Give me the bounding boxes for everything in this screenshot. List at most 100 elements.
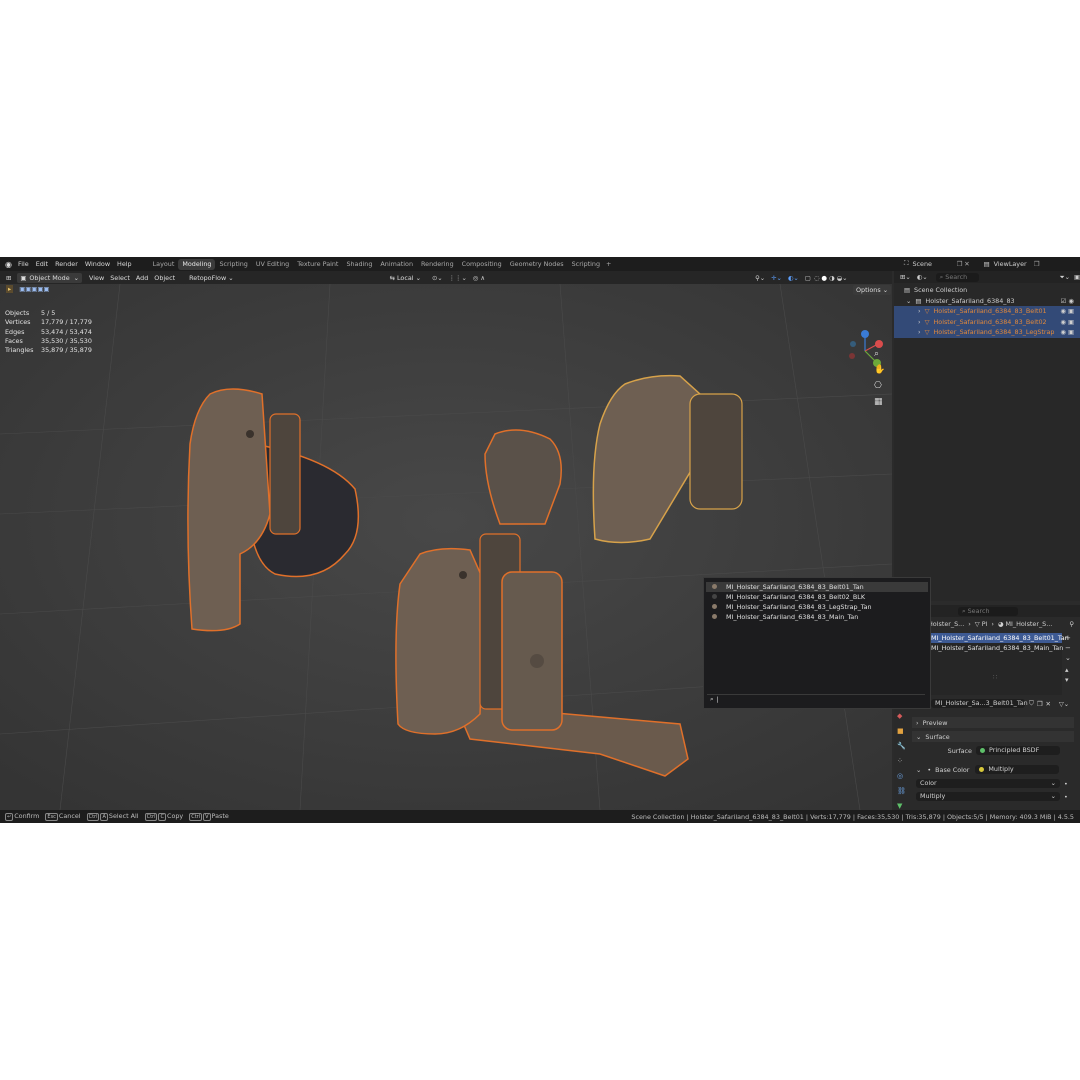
material-slot-item[interactable]: MI_Holster_Safariland_6384_83_Belt01_Tan <box>928 633 1069 643</box>
tab-rendering[interactable]: Rendering <box>417 259 458 270</box>
copy-scene-icon[interactable]: ❐ ✕ <box>956 260 969 268</box>
menu-object[interactable]: Object <box>151 273 178 283</box>
collection-row[interactable]: ⌄ ▤ Holster_Safariland_6384_83 ☑ ◉ <box>894 296 1080 307</box>
options-dropdown[interactable]: Options ⌄ <box>853 285 892 295</box>
menu-file[interactable]: File <box>18 260 29 268</box>
tab-scripting-2[interactable]: Scripting <box>568 259 604 270</box>
menu-select[interactable]: Select <box>107 273 133 283</box>
selection-mode-icons[interactable]: ▣▣▣▣▣ <box>19 285 49 293</box>
tab-scripting[interactable]: Scripting <box>215 259 251 270</box>
material-option[interactable]: MI_Holster_Safariland_6384_83_Belt01_Tan <box>706 582 928 592</box>
display-mode-icon[interactable]: ◐⌄ <box>917 273 928 281</box>
pan-hand-icon[interactable]: ✋ <box>874 362 885 378</box>
popup-search-input[interactable]: ⌕ | <box>707 694 925 705</box>
proportional-edit-icon[interactable]: ◎ ∧ <box>473 274 485 282</box>
outliner-item-belt01[interactable]: › ▽ Holster_Safariland_6384_83_Belt01 ◉ … <box>894 306 1080 317</box>
object-visibility-icons[interactable]: ◉ ▣ <box>1060 327 1074 338</box>
shading-material-icon[interactable]: ◑ <box>829 274 835 282</box>
material-slot-item[interactable]: MI_Holster_Safariland_6384_83_Main_Tan <box>928 643 1063 653</box>
color-dropdown[interactable]: Color ⌄ <box>916 779 1060 788</box>
move-slot-up-icon[interactable]: ▴ <box>1065 665 1071 675</box>
add-workspace-icon[interactable]: + <box>606 260 611 268</box>
duplicate-material-icon[interactable]: ❐ <box>1037 700 1043 708</box>
3d-viewport[interactable]: Objects 5 / 5 Vertices 17,779 / 17,779 Edg… <box>0 284 892 810</box>
collection-visibility-icons[interactable]: ☑ ◉ <box>1061 296 1074 307</box>
blend-mode-dropdown[interactable]: Multiply ⌄ <box>916 792 1060 801</box>
outliner-item-belt02[interactable]: › ▽ Holster_Safariland_6384_83_Belt02 ◉ … <box>894 316 1080 328</box>
retopoflow-menu[interactable]: RetopoFlow ⌄ <box>186 273 236 283</box>
material-name-field[interactable]: MI_Holster_Sa...3_Belt01_Tan <box>930 699 1028 708</box>
resize-handle[interactable]: ∷ <box>928 673 1062 681</box>
visibility-icon[interactable]: ⚲⌄ <box>755 274 765 282</box>
tab-geometry-nodes[interactable]: Geometry Nodes <box>506 259 568 270</box>
transform-orientation[interactable]: ⇆ Local ⌄ <box>387 273 424 283</box>
chevron-down-icon[interactable]: ⌄ <box>906 296 911 307</box>
tab-shading[interactable]: Shading <box>342 259 376 270</box>
chevron-right-icon[interactable]: › <box>918 306 921 317</box>
xray-icon[interactable]: ▢ <box>805 274 811 282</box>
browse-slot-icon[interactable]: ▽⌄ <box>1059 700 1069 708</box>
unlink-material-icon[interactable]: ✕ <box>1045 700 1050 708</box>
scene-collection-row[interactable]: ▤ Scene Collection <box>894 285 1080 296</box>
scene-selector[interactable]: ⛶ Scene ❐ ✕ ▤ ViewLayer ❐ <box>904 259 1039 268</box>
select-tool-icon[interactable]: ▸ <box>6 285 14 293</box>
move-slot-down-icon[interactable]: ▾ <box>1065 675 1071 685</box>
chevron-down-icon[interactable]: ⌄ <box>916 766 921 774</box>
properties-search-input[interactable]: ⌕ Search <box>958 606 1018 616</box>
mode-selector[interactable]: ▣ Object Mode ⌄ <box>17 272 83 283</box>
fake-user-icon[interactable]: ⛉ <box>1029 699 1034 708</box>
object-tab-icon[interactable]: ■ <box>897 724 906 739</box>
scene-tab-icon[interactable]: ◆ <box>897 709 906 724</box>
menu-help[interactable]: Help <box>117 260 132 268</box>
material-option[interactable]: MI_Holster_Safariland_6384_83_Main_Tan <box>706 612 928 622</box>
add-slot-icon[interactable]: + <box>1065 633 1071 643</box>
shading-rendered-icon[interactable]: ◒⌄ <box>837 274 848 282</box>
snap-icon[interactable]: ⋮⋮⌄ <box>449 274 467 282</box>
new-collection-icon[interactable]: ▣ <box>1074 273 1080 281</box>
chevron-right-icon[interactable]: › <box>918 327 921 338</box>
chevron-down-icon[interactable]: ⌄ <box>1065 653 1071 663</box>
blender-logo-icon[interactable]: ◉ <box>5 260 12 269</box>
zoom-icon[interactable]: ⌕ <box>874 346 885 362</box>
surface-panel-header[interactable]: ⌄ Surface <box>912 731 1074 742</box>
physics-tab-icon[interactable]: ◎ <box>897 769 906 784</box>
material-option[interactable]: MI_Holster_Safariland_6384_83_LegStrap_T… <box>706 602 928 612</box>
camera-view-icon[interactable]: ⎔ <box>874 378 885 394</box>
menu-window[interactable]: Window <box>85 260 110 268</box>
object-visibility-icons[interactable]: ◉ ▣ <box>1060 306 1074 317</box>
copy-view-layer-icon[interactable]: ❐ <box>1034 260 1040 268</box>
tab-compositing[interactable]: Compositing <box>458 259 506 270</box>
material-option[interactable]: MI_Holster_Safariland_6384_83_Belt02_BLK <box>706 592 928 602</box>
menu-add[interactable]: Add <box>133 273 151 283</box>
tab-uv-editing[interactable]: UV Editing <box>252 259 293 270</box>
tab-animation[interactable]: Animation <box>376 259 417 270</box>
outliner-item-legstrap[interactable]: › ▽ Holster_Safariland_6384_83_LegStrap … <box>894 327 1080 338</box>
filter-icon[interactable]: ⏷⌄ <box>1059 273 1069 282</box>
pivot-icon[interactable]: ⊙⌄ <box>432 274 443 282</box>
tab-layout[interactable]: Layout <box>149 259 179 270</box>
menu-view[interactable]: View <box>86 273 107 283</box>
object-visibility-icons[interactable]: ◉ ▣ <box>1060 317 1074 328</box>
outliner-search-input[interactable]: ⌕ Search <box>935 272 980 282</box>
outliner-editor-icon[interactable]: ⊞⌄ <box>900 273 911 281</box>
tab-modeling[interactable]: Modeling <box>178 258 216 270</box>
base-color-input-field[interactable]: Multiply <box>975 765 1060 774</box>
overlay-toggle-icon[interactable]: ◐⌄ <box>788 274 799 282</box>
surface-shader-field[interactable]: Principled BSDF <box>976 746 1060 755</box>
remove-slot-icon[interactable]: − <box>1065 643 1071 653</box>
modifier-tab-icon[interactable]: 🔧 <box>897 739 906 754</box>
preview-panel-header[interactable]: › Preview <box>912 717 1074 728</box>
menu-edit[interactable]: Edit <box>36 260 48 268</box>
editor-type-icon[interactable]: ⊞ <box>6 274 11 282</box>
pin-icon[interactable]: ⚲ <box>1069 620 1074 628</box>
tab-texture-paint[interactable]: Texture Paint <box>293 259 342 270</box>
particles-tab-icon[interactable]: ⁘ <box>897 754 906 769</box>
constraints-tab-icon[interactable]: ⛓ <box>897 784 906 799</box>
menu-render[interactable]: Render <box>55 260 78 268</box>
perspective-grid-icon[interactable]: ▦ <box>874 394 885 410</box>
shading-wireframe-icon[interactable]: ◌ <box>814 274 820 282</box>
chevron-right-icon[interactable]: › <box>918 317 921 328</box>
viewport-scene[interactable] <box>0 284 892 810</box>
shading-solid-icon[interactable]: ● <box>821 274 827 282</box>
gizmo-toggle-icon[interactable]: ✛⌄ <box>771 274 782 282</box>
